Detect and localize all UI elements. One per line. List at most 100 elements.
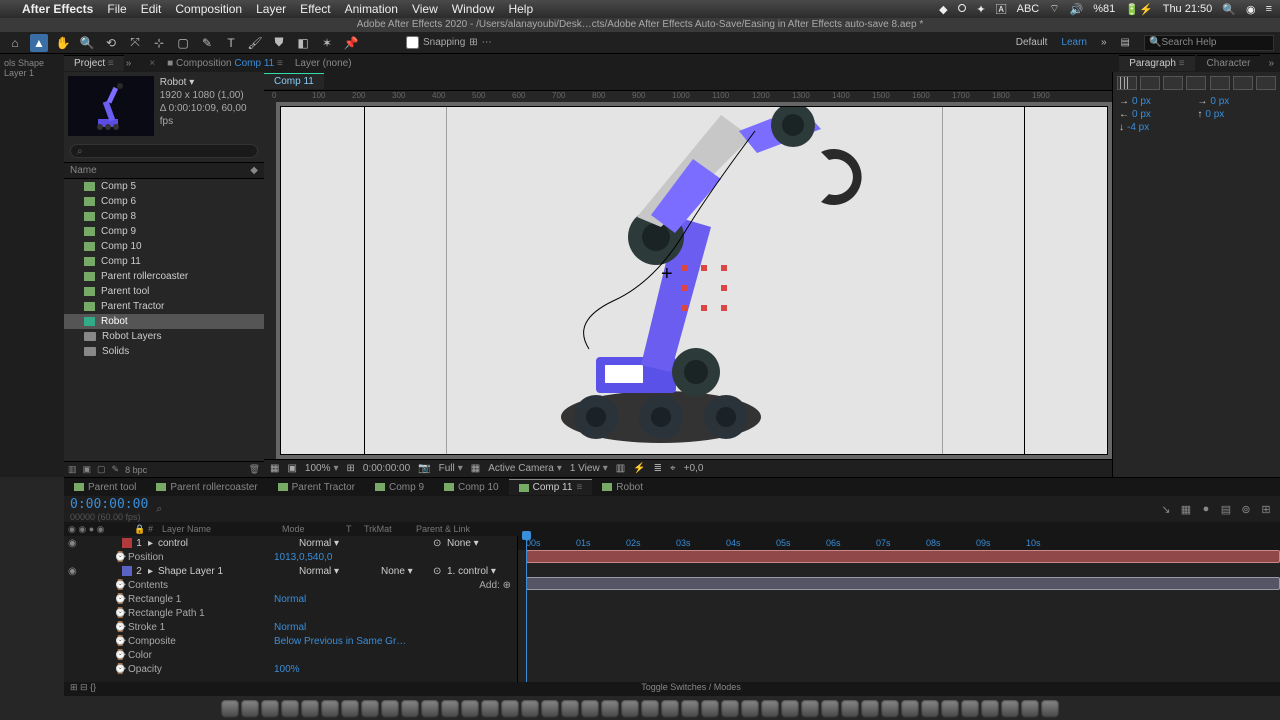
project-item[interactable]: Comp 10 xyxy=(64,239,264,254)
dock-app-icon[interactable] xyxy=(381,700,399,718)
dock-app-icon[interactable] xyxy=(921,700,939,718)
timeline-tab[interactable]: Comp 9 xyxy=(365,480,434,495)
eraser-tool[interactable]: ◧ xyxy=(294,34,312,52)
learn-link[interactable]: Learn xyxy=(1061,37,1087,48)
dock-app-icon[interactable] xyxy=(821,700,839,718)
col-mode[interactable]: Mode xyxy=(282,524,346,534)
timeline-tab[interactable]: Parent rollercoaster xyxy=(146,480,267,495)
timeline-property-row[interactable]: ⌚ContentsAdd: ⊕ xyxy=(64,578,517,592)
views-dropdown[interactable]: 1 View xyxy=(570,463,608,474)
camera-dropdown[interactable]: Active Camera xyxy=(488,463,562,474)
chevrons-icon[interactable]: » xyxy=(126,58,132,69)
timeline-footer-icons[interactable]: ⊞ ⊟ {} xyxy=(64,682,102,696)
indent-field[interactable]: ←0 px xyxy=(1119,109,1193,120)
timeline-layer-row[interactable]: ◉1▸controlNormal ▾⊙None ▾ xyxy=(64,536,517,550)
panel-icon[interactable]: ▤ xyxy=(1121,37,1130,48)
rotate-tool[interactable]: ⟲ xyxy=(102,34,120,52)
snapshot-icon[interactable]: 📷 xyxy=(418,463,430,474)
dock-app-icon[interactable] xyxy=(241,700,259,718)
siri-icon[interactable]: ◉ xyxy=(1246,3,1256,16)
battery-icon[interactable]: 🔋⚡ xyxy=(1125,3,1152,16)
mask-toggle-icon[interactable]: ▣ xyxy=(287,463,296,474)
status-icon[interactable]: ✦ xyxy=(976,3,985,16)
volume-icon[interactable]: 🔊 xyxy=(1070,3,1084,16)
project-item[interactable]: Robot Layers xyxy=(64,329,264,344)
dock-app-icon[interactable] xyxy=(781,700,799,718)
exposure-value[interactable]: +0,0 xyxy=(684,463,704,474)
dock-app-icon[interactable] xyxy=(401,700,419,718)
dock-app-icon[interactable] xyxy=(641,700,659,718)
timeline-property-row[interactable]: ⌚Stroke 1Normal xyxy=(64,620,517,634)
timeline-tab[interactable]: Comp 10 xyxy=(434,480,509,495)
layer-bar-1[interactable] xyxy=(526,550,1280,563)
clone-tool[interactable]: ⛊ xyxy=(270,34,288,52)
layer-bar-2[interactable] xyxy=(526,577,1280,590)
dock-app-icon[interactable] xyxy=(421,700,439,718)
layer-panel-tab[interactable]: Layer (none) xyxy=(289,56,358,71)
playhead[interactable] xyxy=(526,536,527,682)
character-panel-tab[interactable]: Character xyxy=(1197,55,1261,71)
dock-app-icon[interactable] xyxy=(761,700,779,718)
project-item[interactable]: Parent Tractor xyxy=(64,299,264,314)
dock-app-icon[interactable] xyxy=(841,700,859,718)
resolution-dropdown[interactable]: Full xyxy=(439,463,463,474)
indent-field[interactable]: →0 px xyxy=(1119,96,1193,107)
project-item[interactable]: Solids xyxy=(64,344,264,359)
bin-icon[interactable]: ▥ xyxy=(68,464,77,475)
menu-layer[interactable]: Layer xyxy=(256,2,286,16)
keyboard-icon[interactable]: 🄰 xyxy=(996,1,1007,17)
justify-last-left-button[interactable] xyxy=(1186,76,1206,90)
motion-blur-icon[interactable]: ● xyxy=(1198,503,1214,516)
dock-app-icon[interactable] xyxy=(481,700,499,718)
dock-app-icon[interactable] xyxy=(341,700,359,718)
brain-icon[interactable]: ⊚ xyxy=(1238,503,1254,516)
timeline-tab[interactable]: Parent Tractor xyxy=(268,480,365,495)
menu-file[interactable]: File xyxy=(107,2,126,16)
dock-app-icon[interactable] xyxy=(281,700,299,718)
project-item[interactable]: Comp 9 xyxy=(64,224,264,239)
shy-icon[interactable]: ↘ xyxy=(1158,503,1174,516)
dock-app-icon[interactable] xyxy=(1041,700,1059,718)
snap-icon[interactable]: ⊞ xyxy=(1258,503,1274,516)
indent-field[interactable]: ↑0 px xyxy=(1197,109,1271,120)
menu-animation[interactable]: Animation xyxy=(345,2,398,16)
dock-app-icon[interactable] xyxy=(961,700,979,718)
resolution-icon[interactable]: ⊞ xyxy=(347,463,355,474)
dock-app-icon[interactable] xyxy=(261,700,279,718)
hand-tool[interactable]: ✋ xyxy=(54,34,72,52)
justify-last-center-button[interactable] xyxy=(1210,76,1230,90)
dock-app-icon[interactable] xyxy=(981,700,999,718)
pen-tool[interactable]: ✎ xyxy=(198,34,216,52)
dock-app-icon[interactable] xyxy=(741,700,759,718)
menu-edit[interactable]: Edit xyxy=(141,2,162,16)
spotlight-icon[interactable]: 🔍 xyxy=(1222,3,1236,16)
pixel-aspect-icon[interactable]: ▥ xyxy=(616,463,625,474)
anchor-tool[interactable]: ⊹ xyxy=(150,34,168,52)
snap-opt-icon[interactable]: ⋯ xyxy=(482,37,492,48)
col-parent[interactable]: Parent & Link xyxy=(416,524,506,534)
camera-tool[interactable]: ⤧ xyxy=(126,34,144,52)
align-center-button[interactable] xyxy=(1140,76,1160,90)
shape-rect-tool[interactable]: ▢ xyxy=(174,34,192,52)
dock-app-icon[interactable] xyxy=(701,700,719,718)
align-left-button[interactable] xyxy=(1117,76,1137,90)
timeline-layer-row[interactable]: ◉2▸Shape Layer 1Normal ▾None ▾⊙1. contro… xyxy=(64,564,517,578)
indent-field[interactable]: ↓-4 px xyxy=(1119,122,1193,133)
timeline-tab[interactable]: Parent tool xyxy=(64,480,146,495)
dock-app-icon[interactable] xyxy=(601,700,619,718)
roto-tool[interactable]: ✶ xyxy=(318,34,336,52)
viewer-lock-icon[interactable]: × xyxy=(143,58,161,69)
brush-tool[interactable]: 🖌 xyxy=(246,34,264,52)
dock-app-icon[interactable] xyxy=(501,700,519,718)
menu-composition[interactable]: Composition xyxy=(175,2,242,16)
timeline-property-row[interactable]: ⌚Opacity100% xyxy=(64,662,517,676)
indent-field[interactable]: →0 px xyxy=(1197,96,1271,107)
dock-app-icon[interactable] xyxy=(861,700,879,718)
dock-app-icon[interactable] xyxy=(541,700,559,718)
viewer-timecode[interactable]: 0:00:00:00 xyxy=(363,463,410,474)
dock-app-icon[interactable] xyxy=(901,700,919,718)
chevrons-icon[interactable]: » xyxy=(1262,58,1280,69)
dock-app-icon[interactable] xyxy=(621,700,639,718)
type-tool[interactable]: T xyxy=(222,34,240,52)
menu-effect[interactable]: Effect xyxy=(300,2,330,16)
